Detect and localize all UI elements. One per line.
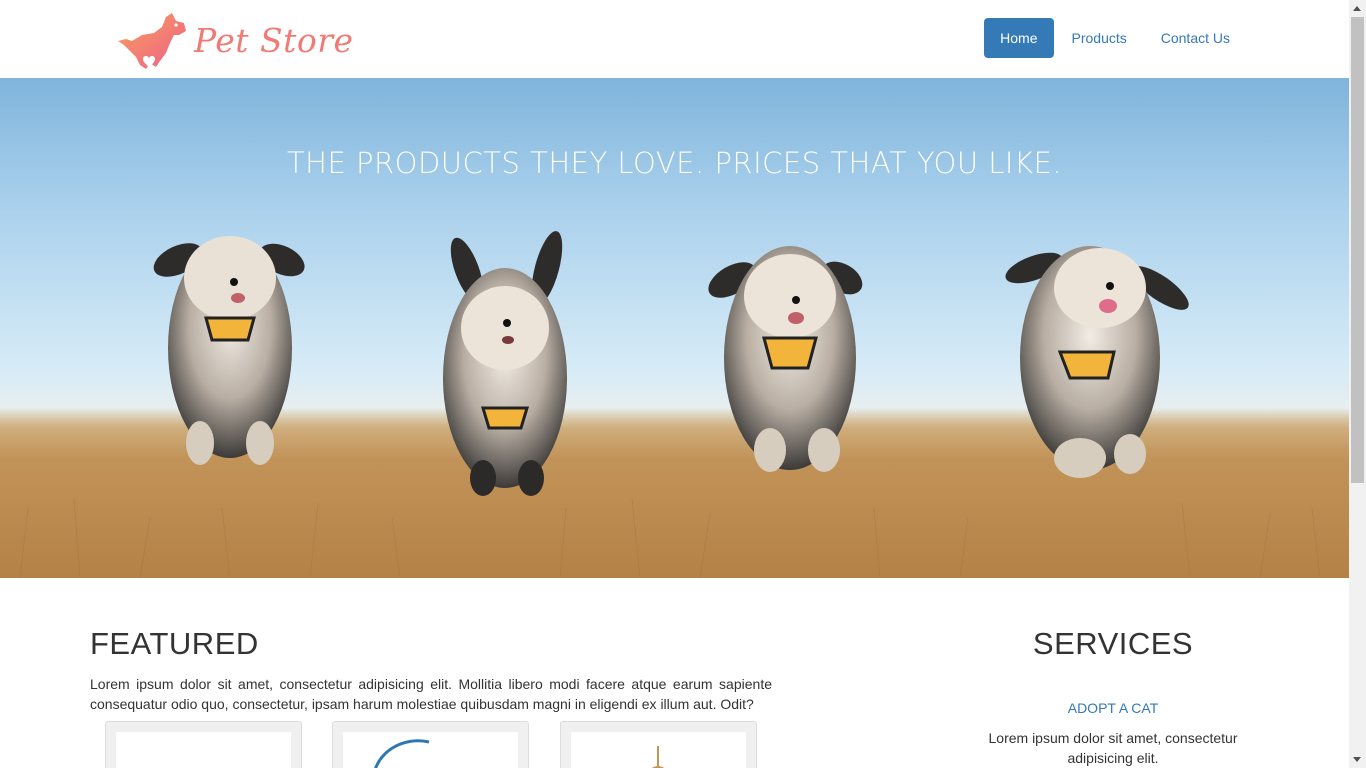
- nav-home[interactable]: Home: [984, 18, 1054, 58]
- featured-section: FEATURED Lorem ipsum dolor sit amet, con…: [90, 626, 772, 714]
- hero-banner: THE PRODUCTS THEY LOVE. PRICES THAT YOU …: [0, 78, 1349, 578]
- services-section: SERVICES ADOPT A CAT Lorem ipsum dolor s…: [978, 626, 1248, 768]
- vertical-scrollbar[interactable]: [1349, 0, 1366, 768]
- dog-logo-icon: [118, 13, 186, 69]
- product-card[interactable]: [332, 721, 529, 768]
- arrow-up-icon: [1353, 6, 1361, 11]
- navbar: Pet Store Home Products Contact Us: [0, 0, 1349, 78]
- hero-title: THE PRODUCTS THEY LOVE. PRICES THAT YOU …: [286, 146, 1063, 180]
- brand-name: Pet Store: [194, 20, 354, 60]
- product-card[interactable]: [560, 721, 757, 768]
- service-adopt-a-cat-link[interactable]: ADOPT A CAT: [978, 700, 1248, 716]
- product-image[interactable]: [116, 732, 291, 768]
- toy-image[interactable]: [571, 732, 746, 768]
- scroll-down-button[interactable]: [1349, 751, 1366, 768]
- featured-heading: FEATURED: [90, 626, 259, 661]
- leash-image[interactable]: [343, 732, 518, 768]
- main-nav: Home Products Contact Us: [984, 18, 1246, 58]
- scroll-up-button[interactable]: [1349, 0, 1366, 17]
- nav-contact-us[interactable]: Contact Us: [1145, 18, 1246, 58]
- services-heading: SERVICES: [1032, 626, 1194, 661]
- service-text: Lorem ipsum dolor sit amet, consectetur …: [988, 730, 1238, 766]
- scroll-thumb[interactable]: [1351, 17, 1364, 483]
- arrow-down-icon: [1353, 757, 1361, 762]
- product-card[interactable]: [105, 721, 302, 768]
- featured-text: Lorem ipsum dolor sit amet, consectetur …: [90, 676, 772, 712]
- nav-products[interactable]: Products: [1056, 18, 1143, 58]
- brand-link[interactable]: Pet Store: [116, 12, 354, 69]
